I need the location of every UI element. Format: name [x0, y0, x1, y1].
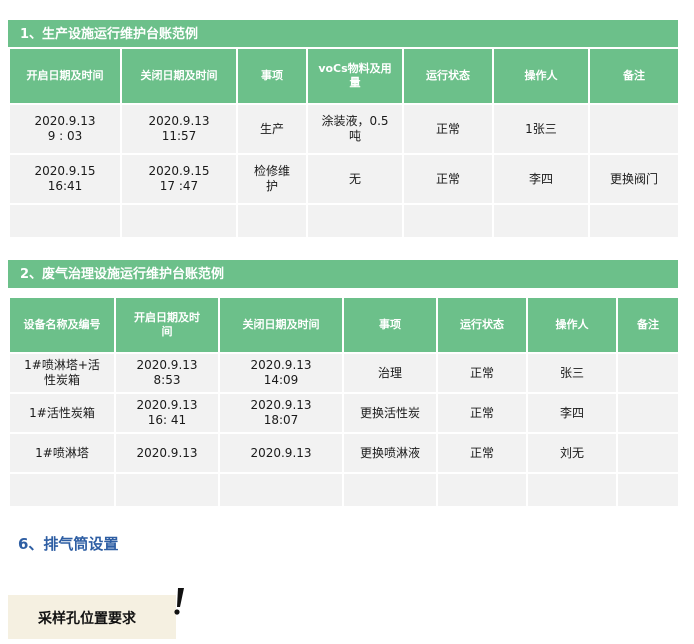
table-cell: 张三 — [526, 352, 618, 394]
table-cell: 更换喷淋液 — [342, 432, 438, 474]
table-cell: 2020.9.13 8:53 — [114, 352, 220, 394]
production-ledger-table: 开启日期及时间 关闭日期及时间 事项 voCs物料及用 量 运行状态 操作人 备… — [8, 47, 680, 239]
col-header-status: 运行状态 — [402, 47, 494, 105]
table-row — [8, 203, 680, 239]
table-cell: 生产 — [236, 103, 308, 155]
table-cell — [492, 203, 590, 239]
col-header-vocs-material: voCs物料及用 量 — [306, 47, 404, 105]
table-cell — [616, 472, 680, 508]
table-cell — [588, 203, 680, 239]
col-header-open-time: 开启日期及时间 — [8, 47, 122, 105]
table-cell — [8, 203, 122, 239]
callout-label: 采样孔位置要求 — [38, 611, 136, 627]
table-cell — [526, 472, 618, 508]
table-cell: 正常 — [436, 352, 528, 394]
table-cell: 1#喷淋塔+活 性炭箱 — [8, 352, 116, 394]
table-cell — [236, 203, 308, 239]
table-cell — [120, 203, 238, 239]
col-header-open-time: 开启日期及时 间 — [114, 296, 220, 354]
table-cell — [616, 352, 680, 394]
table-cell: 正常 — [436, 432, 528, 474]
table-cell — [114, 472, 220, 508]
table-cell: 正常 — [402, 103, 494, 155]
col-header-item: 事项 — [236, 47, 308, 105]
table-header-row: 设备名称及编号 开启日期及时 间 关闭日期及时间 事项 运行状态 操作人 备注 — [8, 296, 680, 354]
table-cell — [342, 472, 438, 508]
table-cell: 2020.9.13 11:57 — [120, 103, 238, 155]
col-header-operator: 操作人 — [492, 47, 590, 105]
section-heading-exhaust-stack: 6、排气筒设置 — [18, 535, 119, 553]
table-cell — [616, 392, 680, 434]
table-cell: 李四 — [526, 392, 618, 434]
table-row — [8, 472, 680, 508]
table-cell: 2020.9.13 — [218, 432, 344, 474]
col-header-remarks: 备注 — [616, 296, 680, 354]
table-cell — [218, 472, 344, 508]
table-cell — [402, 203, 494, 239]
table-cell: 更换活性炭 — [342, 392, 438, 434]
exhaust-treatment-ledger-table: 设备名称及编号 开启日期及时 间 关闭日期及时间 事项 运行状态 操作人 备注 … — [8, 296, 680, 508]
table-cell: 刘无 — [526, 432, 618, 474]
table-cell — [616, 432, 680, 474]
col-header-equipment: 设备名称及编号 — [8, 296, 116, 354]
table-row: 1#活性炭箱 2020.9.13 16: 41 2020.9.13 18:07 … — [8, 392, 680, 434]
table-row: 2020.9.13 9 : 03 2020.9.13 11:57 生产 涂装液，… — [8, 103, 680, 155]
table-cell: 正常 — [436, 392, 528, 434]
table-cell — [588, 103, 680, 155]
table-cell: 无 — [306, 153, 404, 205]
table-row: 1#喷淋塔 2020.9.13 2020.9.13 更换喷淋液 正常 刘无 — [8, 432, 680, 474]
callout-box: 采样孔位置要求 — [8, 595, 176, 639]
table-cell: 2020.9.13 9 : 03 — [8, 103, 122, 155]
table-cell: 检修维 护 — [236, 153, 308, 205]
table-cell: 正常 — [402, 153, 494, 205]
table-cell: 2020.9.13 18:07 — [218, 392, 344, 434]
exclamation-icon — [174, 588, 184, 615]
section-title-exhaust-treatment: 2、废气治理设施运行维护台账范例 — [8, 260, 678, 288]
table-cell: 2020.9.13 16: 41 — [114, 392, 220, 434]
table-cell: 2020.9.15 16:41 — [8, 153, 122, 205]
table-row: 2020.9.15 16:41 2020.9.15 17 :47 检修维 护 无… — [8, 153, 680, 205]
table-cell: 李四 — [492, 153, 590, 205]
section-title-production: 1、生产设施运行维护台账范例 — [8, 20, 678, 48]
table-cell — [8, 472, 116, 508]
table-cell: 涂装液，0.5 吨 — [306, 103, 404, 155]
col-header-operator: 操作人 — [526, 296, 618, 354]
table-cell: 2020.9.13 — [114, 432, 220, 474]
table-cell: 2020.9.13 14:09 — [218, 352, 344, 394]
table-cell: 2020.9.15 17 :47 — [120, 153, 238, 205]
table-cell: 1#喷淋塔 — [8, 432, 116, 474]
table-row: 1#喷淋塔+活 性炭箱 2020.9.13 8:53 2020.9.13 14:… — [8, 352, 680, 394]
table-cell: 1#活性炭箱 — [8, 392, 116, 434]
col-header-close-time: 关闭日期及时间 — [218, 296, 344, 354]
col-header-status: 运行状态 — [436, 296, 528, 354]
table-cell: 更换阀门 — [588, 153, 680, 205]
table-cell: 1张三 — [492, 103, 590, 155]
table-header-row: 开启日期及时间 关闭日期及时间 事项 voCs物料及用 量 运行状态 操作人 备… — [8, 47, 680, 105]
col-header-remarks: 备注 — [588, 47, 680, 105]
col-header-item: 事项 — [342, 296, 438, 354]
col-header-close-time: 关闭日期及时间 — [120, 47, 238, 105]
table-cell — [306, 203, 404, 239]
table-cell — [436, 472, 528, 508]
table-cell: 治理 — [342, 352, 438, 394]
